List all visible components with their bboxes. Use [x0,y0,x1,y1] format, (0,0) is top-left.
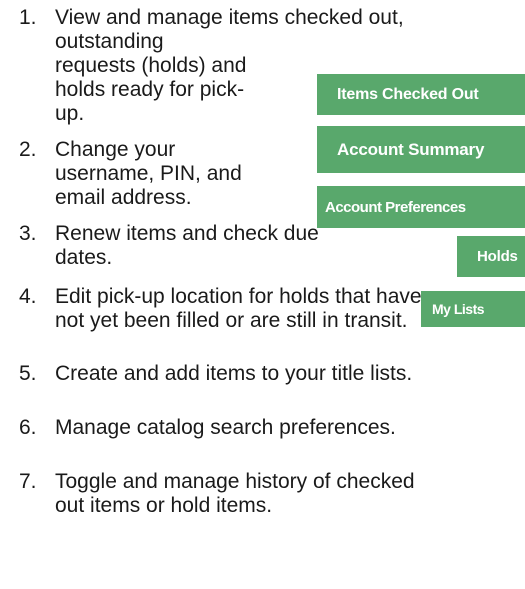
list-item-line: out items or hold items. [55,494,273,517]
list-item-number: 6. [19,416,37,439]
holds-label: Holds [477,248,518,265]
list-item-line: Create and add items to your title lists… [55,362,413,385]
list-item-7: 7. Toggle and manage history of checked … [19,470,415,518]
list-item-line: Change your [55,138,176,161]
list-item-line: email address. [55,186,192,209]
list-item-line: View and manage items checked out, [55,6,404,29]
list-item-number: 4. [19,285,37,308]
holds-button[interactable]: Holds [457,236,525,277]
account-preferences-button[interactable]: Account Preferences [317,186,525,228]
list-item-number: 3. [19,222,37,245]
account-summary-button[interactable]: Account Summary [317,126,525,173]
account-preferences-label: Account Preferences [325,198,466,216]
items-checked-out-button[interactable]: Items Checked Out [317,74,525,115]
list-item-line: Edit pick-up location for holds that hav… [55,285,422,308]
list-item-number: 7. [19,470,37,493]
list-item-number: 5. [19,362,37,385]
list-item-line: outstanding [55,30,164,53]
list-item-line: Toggle and manage history of checked [55,470,415,493]
my-lists-button[interactable]: My Lists [421,291,525,327]
list-item-number: 1. [19,6,37,29]
account-summary-label: Account Summary [337,139,485,159]
my-lists-label: My Lists [432,301,485,317]
list-item-2: 2. Change your username, PIN, and email … [19,138,242,210]
list-item-3: 3. Renew items and check due dates. [19,222,319,270]
list-item-line: Manage catalog search preferences. [55,416,396,439]
list-item-4: 4. Edit pick-up location for holds that … [19,285,422,333]
list-item-number: 2. [19,138,37,161]
list-item-line: username, PIN, and [55,162,242,185]
list-item-5: 5. Create and add items to your title li… [19,362,412,386]
list-item-line: not yet been filled or are still in tran… [55,309,408,332]
items-checked-out-label: Items Checked Out [337,85,479,103]
list-item-line: Renew items and check due [55,222,319,245]
list-item-6: 6. Manage catalog search preferences. [19,416,396,440]
list-item-line: dates. [55,246,113,269]
